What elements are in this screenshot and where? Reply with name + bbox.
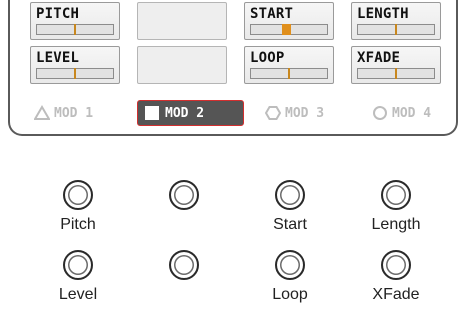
knob-label: Start — [273, 216, 307, 233]
param-length[interactable]: LENGTH — [351, 2, 441, 40]
mod-tab-bar: MOD 1 MOD 2 MOD 3 MOD 4 — [30, 100, 458, 126]
tab-mod-3[interactable]: MOD 3 — [261, 100, 351, 126]
tab-mod-4[interactable]: MOD 4 — [368, 100, 458, 126]
knob-start-cell: Start — [260, 176, 320, 246]
param-value-bar — [36, 24, 114, 35]
tab-mod-2[interactable]: MOD 2 — [137, 100, 244, 126]
knob-label: Level — [58, 286, 98, 303]
value-marker — [74, 24, 76, 35]
param-label: XFADE — [357, 50, 401, 66]
knob-pitch-cell: Pitch — [48, 176, 108, 246]
square-icon — [145, 106, 159, 120]
unlabeled-knob[interactable] — [169, 250, 199, 280]
parameter-grid: PITCH START LENGTH LEVEL LOOP XFADE — [30, 2, 441, 84]
knob-label: Loop — [272, 286, 308, 303]
param-value-bar — [250, 24, 328, 35]
unlabeled-knob[interactable] — [169, 180, 199, 210]
value-marker — [395, 24, 397, 35]
knob-level-cell: Level — [48, 246, 108, 316]
triangle-icon — [34, 105, 50, 120]
knob-label — [154, 286, 214, 306]
param-label: LENGTH — [357, 6, 409, 22]
level-knob[interactable] — [63, 250, 93, 280]
value-marker — [395, 68, 397, 79]
pitch-knob[interactable] — [63, 180, 93, 210]
param-empty-slot — [137, 46, 227, 84]
knob-panel: Pitch Start Length Level Loop XFade — [48, 176, 426, 316]
param-value-bar — [250, 68, 328, 79]
param-label: LOOP — [250, 50, 285, 66]
knob-unlabeled-cell — [154, 246, 214, 316]
tab-mod-1[interactable]: MOD 1 — [30, 100, 120, 126]
knob-unlabeled-cell — [154, 176, 214, 246]
param-value-bar — [357, 24, 435, 35]
param-label: START — [250, 6, 294, 22]
knob-length-cell: Length — [366, 176, 426, 246]
knob-label — [154, 216, 214, 236]
param-start[interactable]: START — [244, 2, 334, 40]
value-marker — [281, 24, 291, 35]
tab-label: MOD 4 — [392, 105, 432, 121]
knob-label: XFade — [372, 286, 420, 303]
knob-xfade-cell: XFade — [366, 246, 426, 316]
tab-label: MOD 2 — [165, 105, 205, 121]
knob-label: Length — [371, 216, 421, 233]
knob-loop-cell: Loop — [260, 246, 320, 316]
param-empty-slot — [137, 2, 227, 40]
hexagon-icon — [265, 106, 281, 120]
param-xfade[interactable]: XFADE — [351, 46, 441, 84]
param-value-bar — [357, 68, 435, 79]
value-marker — [288, 68, 290, 79]
display-screen: PITCH START LENGTH LEVEL LOOP XFADE MOD … — [8, 0, 458, 136]
start-knob[interactable] — [275, 180, 305, 210]
param-label: LEVEL — [36, 50, 80, 66]
param-loop[interactable]: LOOP — [244, 46, 334, 84]
loop-knob[interactable] — [275, 250, 305, 280]
param-level[interactable]: LEVEL — [30, 46, 120, 84]
param-value-bar — [36, 68, 114, 79]
param-pitch[interactable]: PITCH — [30, 2, 120, 40]
value-marker — [74, 68, 76, 79]
param-label: PITCH — [36, 6, 80, 22]
knob-label: Pitch — [60, 216, 96, 233]
length-knob[interactable] — [381, 180, 411, 210]
xfade-knob[interactable] — [381, 250, 411, 280]
circle-icon — [373, 106, 387, 120]
tab-label: MOD 3 — [285, 105, 325, 121]
tab-label: MOD 1 — [54, 105, 94, 121]
